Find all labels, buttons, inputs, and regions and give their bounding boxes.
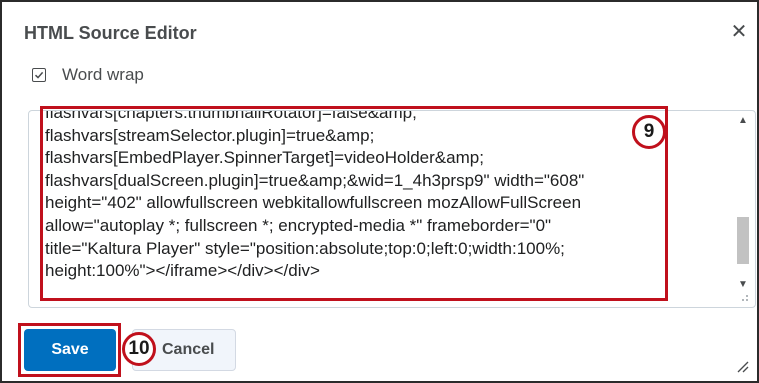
word-wrap-checkbox[interactable]: [32, 68, 46, 82]
checkmark-icon: [34, 71, 44, 79]
word-wrap-option[interactable]: Word wrap: [32, 65, 144, 85]
dialog-title: HTML Source Editor: [24, 23, 197, 43]
word-wrap-label: Word wrap: [62, 65, 144, 84]
scrollbar-thumb[interactable]: [737, 217, 749, 264]
close-icon[interactable]: ✕: [727, 20, 751, 44]
save-button[interactable]: Save: [24, 329, 116, 371]
annotation-step-9-badge: 9: [632, 115, 666, 149]
scroll-down-arrow-icon[interactable]: ▼: [736, 278, 750, 292]
scroll-up-arrow-icon[interactable]: ▲: [736, 114, 750, 128]
editor-scrollbar[interactable]: ▲ ▼: [733, 110, 753, 306]
textarea-resize-grip-icon[interactable]: [739, 292, 749, 302]
annotation-step-10-badge: 10: [122, 332, 156, 366]
html-source-editor-dialog: HTML Source Editor ✕ Word wrap flashvars…: [0, 0, 759, 383]
dialog-resize-grip-icon[interactable]: [735, 359, 749, 373]
